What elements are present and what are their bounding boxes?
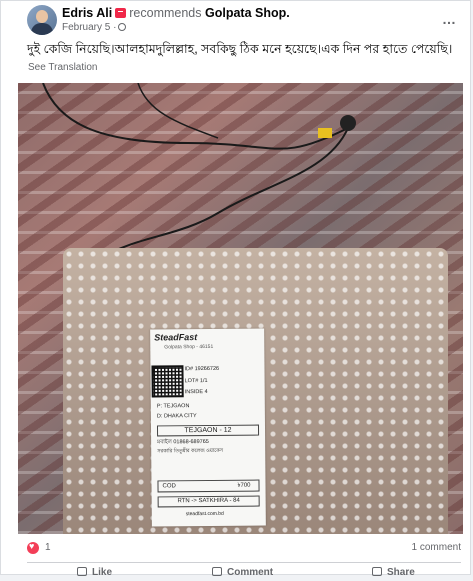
label-destination: D: DHAKA CITY bbox=[156, 413, 197, 420]
shipping-label: SteadFast Golpata Shop - 46151 ID# 19266… bbox=[150, 328, 266, 527]
label-site: steadfast.com.bd bbox=[185, 510, 224, 518]
comment-count[interactable]: 1 comment bbox=[412, 542, 461, 553]
post-date[interactable]: February 5 · bbox=[62, 22, 116, 33]
label-cod-row: COD ৳700 bbox=[157, 479, 260, 493]
label-address: সরকারি তিতুমীর কলেজ ওয়াকেস bbox=[157, 447, 224, 455]
label-inside: INSIDE 4 bbox=[184, 389, 208, 396]
divider bbox=[27, 562, 461, 563]
share-label: Share bbox=[387, 567, 415, 578]
author-name[interactable]: Edris Ali bbox=[62, 6, 112, 20]
avatar[interactable] bbox=[27, 5, 57, 35]
post-author-line: Edris Ali recommends Golpata Shop. bbox=[62, 6, 290, 21]
see-translation-link[interactable]: See Translation bbox=[28, 62, 98, 73]
globe-icon bbox=[118, 23, 127, 31]
post-header: Edris Ali recommends Golpata Shop. Februa… bbox=[27, 5, 457, 37]
label-phone: মবাইল 01868-689765 bbox=[157, 438, 209, 446]
label-lot: LOT# 1/1 bbox=[184, 378, 208, 385]
label-hub: TEJGAON - 12 bbox=[156, 424, 260, 437]
share-button[interactable]: Share bbox=[372, 567, 415, 578]
label-brand: SteadFast bbox=[154, 332, 198, 343]
like-button[interactable]: Like bbox=[77, 567, 112, 578]
comment-button[interactable]: Comment bbox=[212, 567, 273, 578]
love-reaction-icon[interactable] bbox=[27, 541, 39, 554]
comment-label: Comment bbox=[227, 567, 274, 578]
label-id: ID# 19266726 bbox=[184, 365, 220, 373]
page-name[interactable]: Golpata Shop. bbox=[205, 6, 290, 20]
label-sub: Golpata Shop - 46151 bbox=[164, 343, 214, 351]
action-bar: Like Comment Share bbox=[27, 567, 461, 581]
label-cod: COD bbox=[162, 483, 176, 490]
label-cod-value: ৳700 bbox=[237, 482, 251, 489]
more-options-icon[interactable]: … bbox=[442, 11, 457, 27]
reaction-row: 1 1 comment bbox=[27, 541, 461, 557]
like-label: Like bbox=[92, 567, 113, 578]
post-meta: February 5 · bbox=[62, 22, 127, 34]
post-photo[interactable]: SteadFast Golpata Shop - 46151 ID# 19266… bbox=[18, 83, 463, 534]
recommend-icon bbox=[115, 8, 127, 18]
label-pickup: P: TEJGAON bbox=[156, 403, 190, 410]
recommend-verb: recommends bbox=[129, 6, 202, 20]
label-route: RTN -> SATKHIRA - 84 bbox=[157, 495, 260, 508]
reaction-count[interactable]: 1 bbox=[45, 542, 51, 553]
post-text: দুই কেজি নিয়েছি।আলহামদুলিল্লাহ, সবকিছু … bbox=[27, 42, 453, 56]
post-card: Edris Ali recommends Golpata Shop. Februa… bbox=[0, 0, 471, 578]
qr-code-icon bbox=[151, 365, 184, 398]
